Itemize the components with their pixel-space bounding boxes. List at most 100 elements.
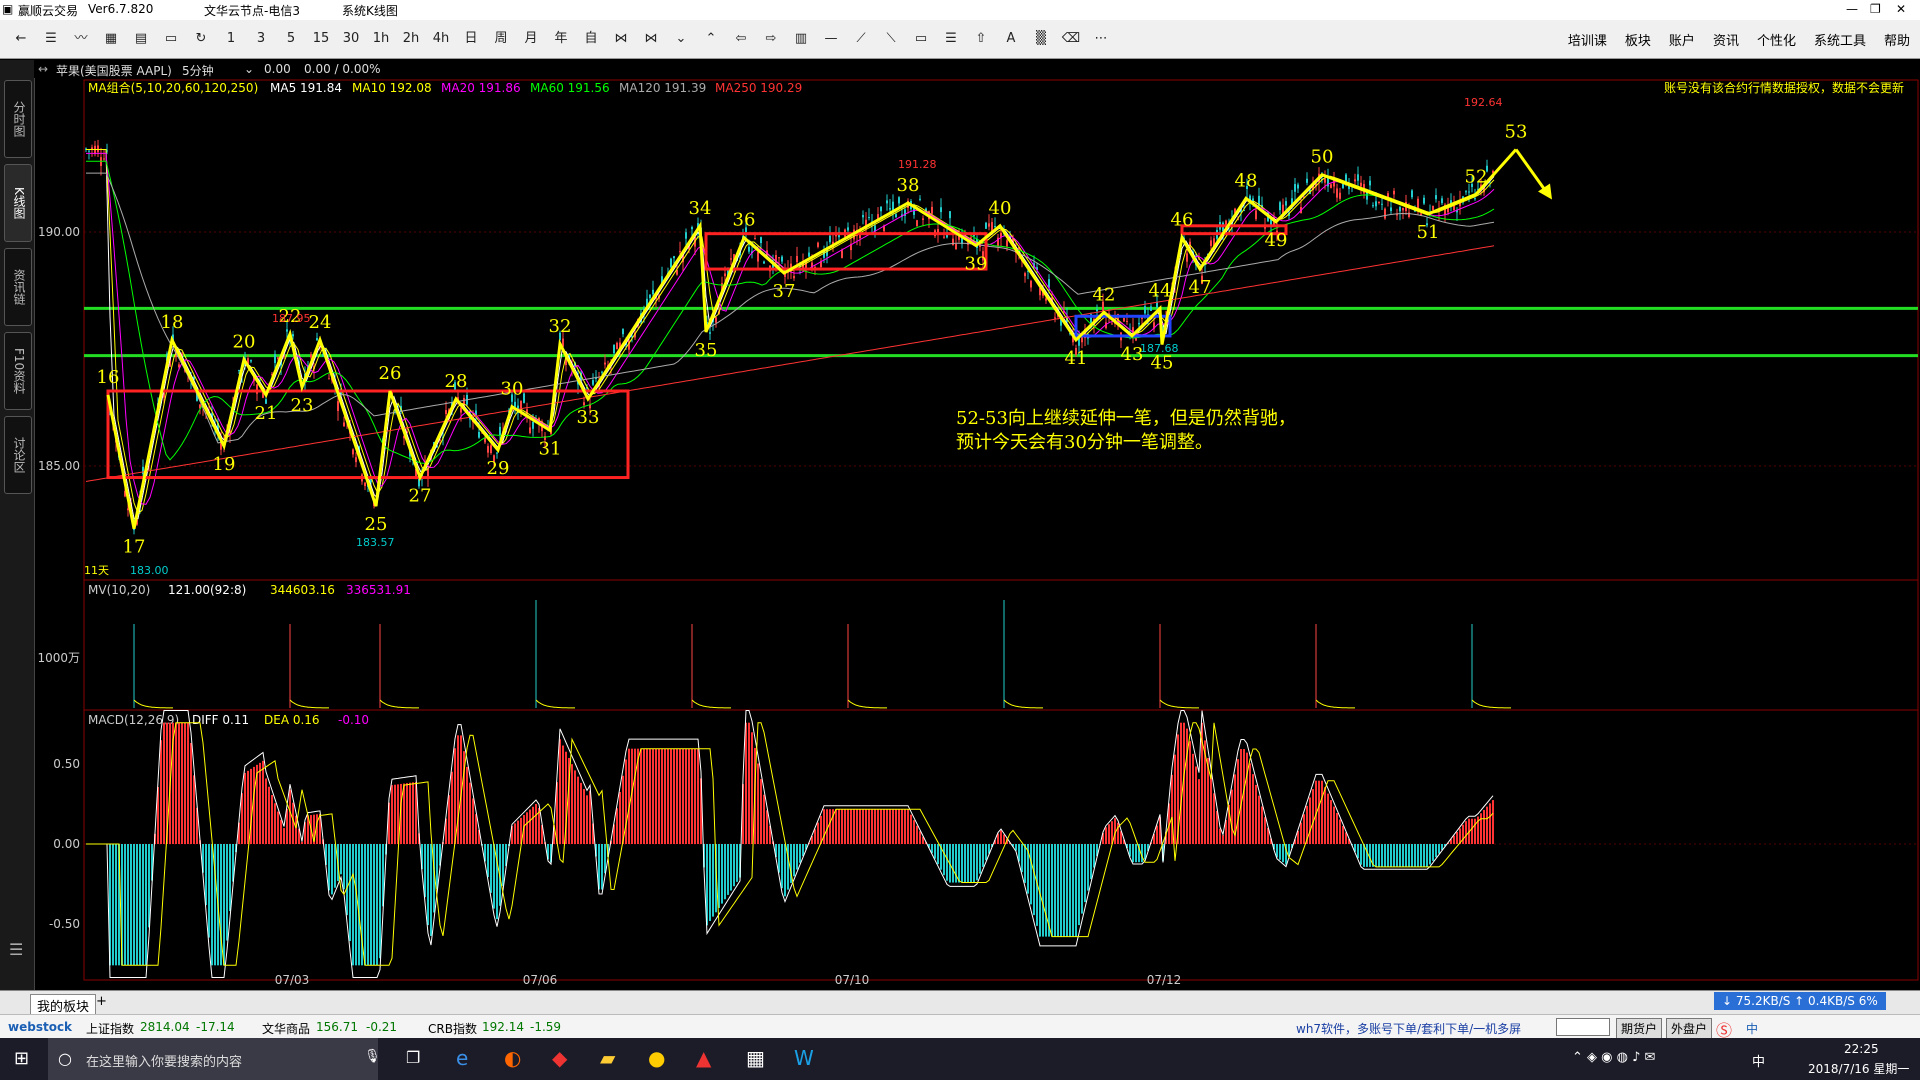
candle-body	[274, 354, 276, 363]
wps-icon[interactable]: W	[794, 1046, 814, 1070]
ticker-name-2[interactable]: CRB指数	[428, 1020, 477, 1037]
candle-body	[952, 238, 954, 246]
day-count: 11天	[84, 564, 109, 577]
candle-body	[364, 482, 366, 487]
candle-body	[238, 370, 240, 372]
candle-body	[886, 200, 888, 204]
projection-arrow	[1514, 148, 1548, 193]
ma-legend-item-4: MA120 191.39	[619, 81, 706, 95]
clock-date[interactable]: 2018/7/16 星期一	[1808, 1060, 1909, 1077]
foreign-account-button[interactable]: 外盘户	[1666, 1018, 1713, 1039]
webstock-logo: webstock	[8, 1020, 73, 1034]
ma-legend-items: MA5 191.84 MA10 192.08 MA20 191.86 MA60 191…	[270, 81, 802, 95]
macd-legend-label[interactable]: MACD(12,26,9)	[88, 713, 179, 727]
task-view-icon[interactable]: ❐	[406, 1048, 420, 1067]
candle-body	[445, 410, 447, 414]
candle-body	[1417, 198, 1419, 209]
candle-body	[1024, 273, 1026, 277]
folder-icon[interactable]: ▰	[600, 1046, 615, 1070]
volume-ma-0	[133, 699, 173, 709]
candle-body	[889, 208, 891, 210]
candle-body	[292, 334, 294, 337]
pivot-label-25: 25	[365, 514, 388, 535]
volume-ma-3	[535, 699, 575, 709]
candle-body	[1441, 198, 1443, 204]
candle-body	[1474, 198, 1476, 200]
cortana-icon[interactable]: ○	[58, 1049, 72, 1068]
ticker-value-1: 156.71	[316, 1020, 358, 1034]
coin-app-icon[interactable]: ●	[648, 1046, 665, 1070]
candle-body	[781, 256, 783, 262]
price-label-45: 187.68	[1140, 342, 1179, 355]
candle-body	[685, 232, 687, 239]
ticker-chg-1: -0.21	[366, 1020, 398, 1034]
candle-body	[88, 150, 90, 152]
candle-body	[778, 257, 780, 259]
wh6-icon[interactable]: ▲	[696, 1046, 711, 1070]
candle-body	[1432, 205, 1434, 210]
pivot-label-52: 52	[1465, 166, 1488, 187]
candle-body	[1294, 184, 1296, 192]
macd-axis-neg050: -0.50	[49, 917, 80, 931]
pivot-label-31: 31	[539, 438, 562, 459]
candle-body	[1339, 192, 1341, 199]
main-chart[interactable]: 190.00 185.00 MA组合(5,10,20,60,120,250) M…	[0, 0, 1920, 990]
tray-icons[interactable]: ⌃ ◈ ◉ ◍ ♪ ✉	[1572, 1050, 1655, 1065]
candle-body	[103, 158, 105, 160]
ticker-name-1[interactable]: 文华商品	[262, 1020, 310, 1037]
candle-body	[601, 371, 603, 373]
candle-body	[1411, 190, 1413, 198]
candle-body	[1210, 240, 1212, 246]
candle-body	[532, 421, 534, 429]
pivot-label-21: 21	[255, 403, 278, 424]
edge-icon[interactable]: e	[456, 1046, 468, 1070]
windows-start-icon[interactable]: ⊞	[14, 1048, 29, 1069]
candle-body	[895, 214, 897, 218]
candle-body	[1369, 180, 1371, 186]
ma-legend-label[interactable]: MA组合(5,10,20,60,120,250)	[88, 80, 258, 95]
microphone-icon[interactable]: 🎙	[364, 1049, 381, 1064]
pivot-label-51: 51	[1417, 222, 1440, 243]
ticker-value-2: 192.14	[482, 1020, 524, 1034]
candle-body	[352, 449, 354, 455]
candle-body	[604, 362, 606, 365]
network-speed: ↓ 75.2KB/S ↑ 0.4KB/S 6%	[1714, 992, 1886, 1010]
add-tab-button[interactable]: +	[96, 994, 107, 1009]
quick-input[interactable]	[1556, 1018, 1610, 1036]
candle-body	[613, 344, 615, 354]
candle-body	[709, 332, 711, 334]
app-icon[interactable]: ◆	[552, 1046, 567, 1070]
ticker-name-0[interactable]: 上证指数	[86, 1020, 134, 1037]
ime-indicator[interactable]: 中	[1752, 1051, 1765, 1070]
candle-body	[679, 251, 681, 253]
pivot-label-47: 47	[1189, 277, 1212, 298]
ma-legend-item-3: MA60 191.56	[530, 81, 610, 95]
candle-body	[1342, 183, 1344, 189]
calculator-icon[interactable]: ▦	[746, 1046, 765, 1070]
taskbar-search-text[interactable]: 在这里输入你要搜索的内容	[86, 1051, 242, 1070]
promo-text[interactable]: wh7软件，多账号下单/套利下单/一机多屏	[1296, 1020, 1521, 1037]
candle-body	[1465, 191, 1467, 193]
pivot-label-24: 24	[309, 312, 332, 333]
clock-time[interactable]: 22:25	[1844, 1042, 1879, 1056]
candle-body	[1297, 184, 1299, 189]
taskbar: ⊞ ○ 在这里输入你要搜索的内容 🎙 ❐ e ◐ ◆ ▰ ● ▲ ▦ W ⌃ ◈…	[0, 1038, 1920, 1080]
pivot-label-36: 36	[733, 210, 756, 231]
candle-body	[748, 246, 750, 252]
candle-body	[988, 223, 990, 227]
candle-body	[868, 217, 870, 219]
candle-body	[1375, 201, 1377, 207]
price-label-25: 183.57	[356, 536, 395, 549]
pivot-label-50: 50	[1311, 147, 1334, 168]
volume-legend-label[interactable]: MV(10,20)	[88, 583, 150, 597]
candle-body	[1408, 212, 1410, 217]
ime-mode[interactable]: 中	[1746, 1020, 1758, 1037]
pivot-label-26: 26	[379, 363, 402, 384]
ma-legend-item-5: MA250 190.29	[715, 81, 802, 95]
candle-body	[847, 227, 849, 231]
candle-body	[1423, 197, 1425, 204]
candle-body	[1468, 191, 1470, 193]
browser-icon[interactable]: ◐	[504, 1046, 521, 1070]
ma-legend-item-1: MA10 192.08	[352, 81, 432, 95]
futures-account-button[interactable]: 期货户	[1616, 1018, 1663, 1039]
